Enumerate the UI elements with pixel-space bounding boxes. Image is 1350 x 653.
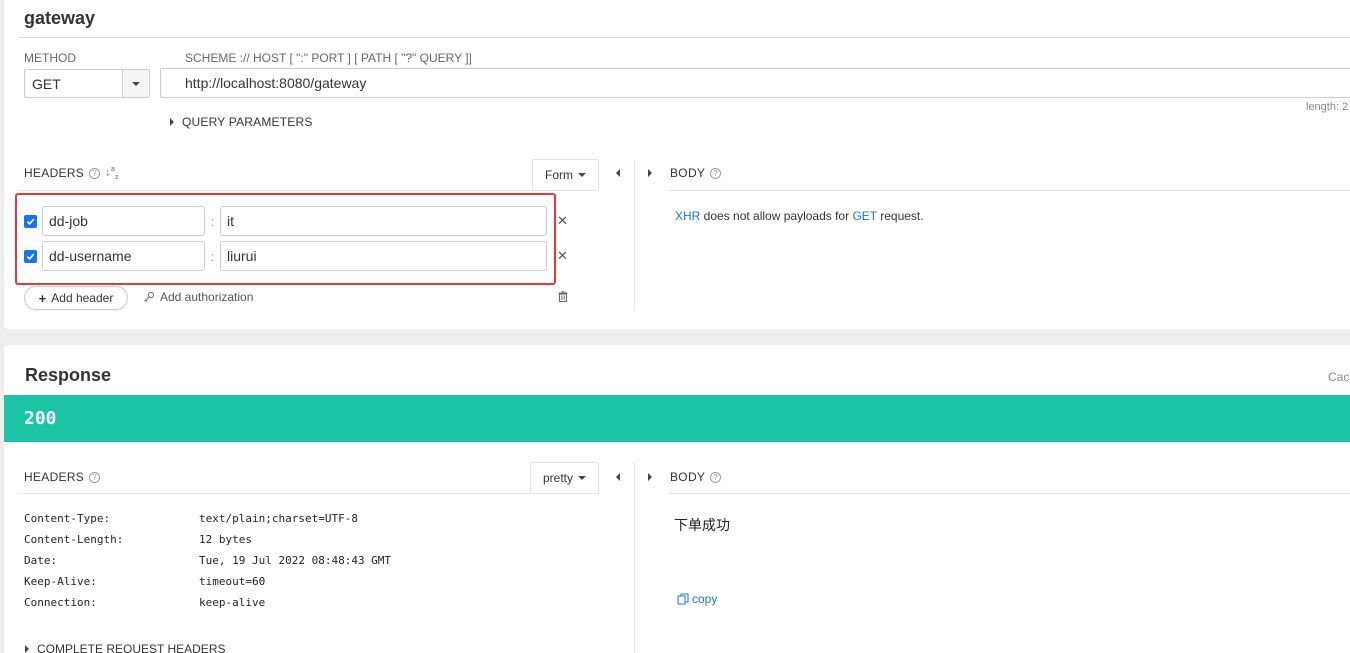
response-header-key: Keep-Alive: (24, 575, 97, 588)
pretty-label: pretty (542, 471, 573, 485)
copy-label: copy (692, 592, 718, 606)
request-title: gateway (24, 8, 96, 28)
collapse-left-button[interactable] (616, 473, 620, 481)
add-authorization-label: Add authorization (160, 290, 254, 304)
response-header-key: Date: (24, 554, 58, 567)
arrow-left-icon (616, 169, 620, 177)
expand-arrow-icon (170, 118, 174, 126)
copy-button[interactable]: copy (677, 592, 717, 606)
help-icon[interactable]: ? (89, 471, 101, 483)
method-value: GET (32, 75, 61, 92)
url-value: http://localhost:8080/gateway (185, 75, 367, 91)
method-select[interactable]: GET (24, 69, 150, 98)
add-authorization-link[interactable]: Add authorization (143, 290, 253, 304)
request-panel: gateway METHOD SCHEME :// HOST [ ":" POR… (4, 0, 1350, 329)
response-header-key: Connection: (24, 596, 97, 609)
length-label: length: 2 (1306, 101, 1349, 113)
key-icon (144, 291, 155, 302)
highlight-box (15, 193, 556, 285)
get-link[interactable]: GET (852, 209, 876, 223)
response-header-value: 12 bytes (199, 533, 252, 546)
form-mode-button[interactable]: Form (532, 159, 599, 190)
chevron-down-icon (578, 476, 586, 480)
response-header-key: Content-Type: (24, 512, 111, 525)
response-body-text: 下单成功 (674, 517, 730, 533)
chevron-down-icon (132, 81, 140, 86)
sort-icon[interactable]: ↓az (105, 166, 119, 181)
response-body-heading: BODY ? (670, 470, 722, 484)
headers-label: HEADERS (24, 166, 85, 181)
response-title: Response (25, 365, 112, 385)
body-divider (669, 190, 1350, 191)
panel-splitter[interactable] (634, 462, 635, 653)
body-note-suffix: request. (876, 209, 924, 223)
cache-label[interactable]: Cac (1328, 370, 1349, 384)
expand-arrow-icon (25, 645, 29, 653)
request-body-heading: BODY ? (670, 166, 722, 180)
headers-label: HEADERS (24, 470, 85, 484)
body-label: BODY (670, 470, 706, 484)
form-label: Form (545, 168, 573, 182)
response-header-value: timeout=60 (199, 575, 266, 588)
plus-icon: + (38, 290, 47, 306)
body-label: BODY (670, 166, 706, 180)
add-header-label: Add header (51, 291, 114, 305)
help-icon[interactable]: ? (89, 167, 101, 179)
remove-header-icon[interactable]: ✕ (557, 213, 568, 229)
status-code: 200 (24, 408, 57, 429)
response-panel: Response Cac 200 HEADERS ? pretty BODY ?… (4, 345, 1350, 653)
status-bar: 200 (4, 395, 1350, 442)
arrow-left-icon (616, 473, 620, 481)
help-icon[interactable]: ? (710, 471, 722, 483)
response-header-value: Tue, 19 Jul 2022 08:48:43 GMT (199, 554, 392, 567)
response-headers-heading: HEADERS ? (24, 470, 101, 484)
url-input[interactable]: http://localhost:8080/gateway (160, 68, 1350, 98)
complete-request-headers-label: COMPLETE REQUEST HEADERS (37, 642, 226, 653)
complete-request-headers-toggle[interactable]: COMPLETE REQUEST HEADERS (25, 642, 225, 653)
request-headers-heading: HEADERS ? ↓az (24, 166, 119, 181)
scheme-label: SCHEME :// HOST [ ":" PORT ] [ PATH [ "?… (185, 51, 472, 65)
title-divider (18, 37, 1350, 38)
collapse-right-button[interactable] (648, 473, 652, 481)
headers-divider (18, 493, 599, 494)
arrow-right-icon (648, 169, 652, 177)
add-header-button[interactable]: + Add header (24, 286, 128, 310)
response-header-key: Content-Length: (24, 533, 124, 546)
remove-header-icon[interactable]: ✕ (557, 248, 568, 264)
body-note-text: does not allow payloads for (700, 209, 853, 223)
chevron-down-icon (578, 173, 586, 177)
arrow-right-icon (648, 473, 652, 481)
panel-splitter[interactable] (634, 160, 635, 310)
collapse-right-button[interactable] (648, 169, 652, 177)
pretty-mode-button[interactable]: pretty (530, 462, 599, 493)
collapse-left-button[interactable] (616, 169, 620, 177)
copy-icon (677, 593, 689, 605)
trash-icon[interactable] (558, 291, 568, 305)
body-note: XHR does not allow payloads for GET requ… (675, 209, 924, 223)
headers-divider (18, 190, 599, 191)
method-label: METHOD (24, 51, 76, 65)
query-parameters-label: QUERY PARAMETERS (182, 115, 313, 129)
method-dropdown-button[interactable] (122, 70, 149, 97)
help-icon[interactable]: ? (710, 167, 722, 179)
query-parameters-toggle[interactable]: QUERY PARAMETERS (170, 115, 313, 129)
response-header-value: text/plain;charset=UTF-8 (199, 512, 358, 525)
response-header-value: keep-alive (199, 596, 266, 609)
body-divider (669, 493, 1350, 494)
xhr-link[interactable]: XHR (675, 209, 700, 223)
